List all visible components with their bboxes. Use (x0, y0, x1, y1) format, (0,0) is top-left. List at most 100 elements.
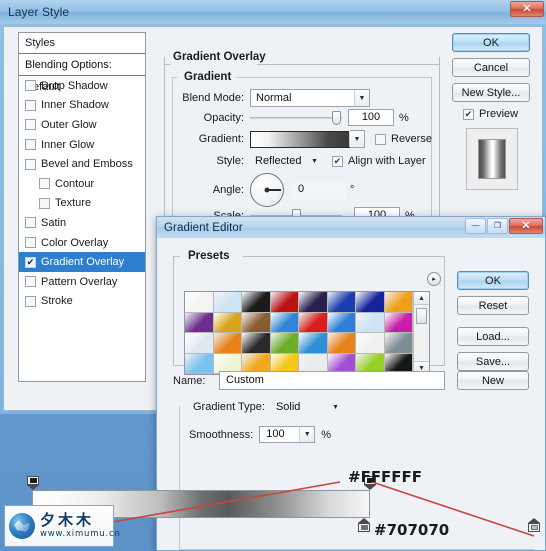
gradient-editor-reset-button[interactable]: Reset (457, 296, 529, 315)
gradient-preview-swatch[interactable] (250, 130, 350, 148)
style-item-inner-glow[interactable]: Inner Glow (19, 135, 145, 155)
preset-swatch[interactable] (185, 353, 214, 374)
layer-style-titlebar[interactable]: Layer Style ✕ (0, 0, 546, 24)
preset-swatch[interactable] (384, 333, 413, 354)
style-item-checkbox[interactable] (25, 80, 36, 92)
preset-swatch[interactable] (270, 292, 299, 313)
name-input[interactable]: Custom (219, 371, 445, 390)
style-item-gradient-overlay[interactable]: ✔ Gradient Overlay (19, 252, 145, 272)
preset-swatch[interactable] (356, 292, 385, 313)
style-item-checkbox[interactable] (25, 217, 36, 229)
preset-swatch[interactable] (327, 312, 356, 333)
preset-swatch[interactable] (356, 333, 385, 354)
gradient-editor-save-button[interactable]: Save... (457, 352, 529, 371)
style-item-checkbox[interactable] (39, 178, 50, 190)
style-item-label: Contour (55, 177, 95, 190)
close-icon[interactable]: ✕ (510, 1, 544, 17)
blending-options-item[interactable]: Blending Options: Default (19, 54, 145, 93)
layer-style-window-controls: ✕ (510, 1, 544, 17)
preset-swatch[interactable] (213, 312, 242, 333)
preset-swatch[interactable] (270, 312, 299, 333)
preset-swatch[interactable] (299, 333, 328, 354)
style-item-satin[interactable]: Satin (19, 213, 145, 233)
preset-swatch[interactable] (356, 312, 385, 333)
style-item-contour[interactable]: Contour (19, 174, 145, 194)
white-hex-annotation: #FFFFFF (348, 468, 423, 486)
angle-value-field[interactable]: 0 (292, 181, 346, 199)
opacity-value-field[interactable]: 100 (348, 109, 394, 126)
color-stop-right[interactable] (528, 518, 540, 532)
gradient-editor-titlebar[interactable]: Gradient Editor — ❐ ✕ (157, 217, 545, 238)
style-item-checkbox[interactable] (25, 295, 36, 307)
style-item-checkbox[interactable] (25, 99, 36, 111)
smoothness-stepper[interactable]: ▼ (299, 426, 316, 443)
style-item-checkbox[interactable] (25, 158, 36, 170)
angle-row: Angle: 0 ° (172, 173, 432, 207)
preset-swatch[interactable] (384, 292, 413, 313)
preset-swatch[interactable] (242, 292, 271, 313)
preset-swatch[interactable] (185, 292, 214, 313)
opacity-stop-left[interactable] (27, 476, 39, 490)
preview-checkbox[interactable]: ✔ (463, 108, 474, 120)
blend-mode-select[interactable]: Normal ▼ (250, 89, 370, 107)
style-item-stroke[interactable]: Stroke (19, 292, 145, 312)
chevron-down-icon[interactable]: ▼ (349, 131, 364, 147)
align-with-layer-checkbox[interactable]: ✔ (332, 155, 343, 167)
style-item-outer-glow[interactable]: Outer Glow (19, 115, 145, 135)
preset-swatch[interactable] (299, 292, 328, 313)
style-item-checkbox[interactable] (39, 197, 50, 209)
cancel-button[interactable]: Cancel (452, 58, 530, 77)
presets-scrollbar-thumb[interactable] (416, 308, 427, 324)
preset-swatch[interactable] (327, 292, 356, 313)
chevron-down-icon[interactable]: ▼ (299, 427, 315, 442)
gradient-editor-load-button[interactable]: Load... (457, 327, 529, 346)
preset-swatch[interactable] (299, 312, 328, 333)
color-stop-center-chip (360, 525, 368, 530)
new-style-button[interactable]: New Style... (452, 83, 530, 102)
angle-unit: ° (350, 184, 355, 196)
presets-scrollbar[interactable]: ▲ ▼ (413, 292, 429, 374)
gradient-type-select[interactable]: Solid ▼ (271, 398, 343, 416)
style-item-checkbox[interactable]: ✔ (25, 256, 36, 268)
style-item-color-overlay[interactable]: Color Overlay (19, 233, 145, 253)
maximize-icon[interactable]: ❐ (487, 218, 508, 234)
preset-swatch[interactable] (327, 333, 356, 354)
scroll-up-icon[interactable]: ▲ (414, 292, 429, 305)
preset-swatch[interactable] (213, 292, 242, 313)
smoothness-value-field[interactable]: 100 (259, 426, 302, 443)
reverse-checkbox[interactable] (375, 133, 386, 145)
style-select[interactable]: Reflected ▼ (250, 152, 322, 170)
style-item-inner-shadow[interactable]: Inner Shadow (19, 96, 145, 116)
preset-swatch[interactable] (242, 333, 271, 354)
style-item-pattern-overlay[interactable]: Pattern Overlay (19, 272, 145, 292)
preset-swatch[interactable] (213, 333, 242, 354)
chevron-down-icon[interactable]: ▼ (328, 398, 343, 416)
opacity-slider[interactable] (250, 110, 342, 125)
gradient-editor-ok-button[interactable]: OK (457, 271, 529, 290)
gradient-picker-dropdown[interactable]: ▼ (349, 130, 365, 148)
opacity-slider-thumb[interactable] (332, 110, 341, 125)
preset-swatch[interactable] (185, 312, 214, 333)
preview-row: ✔ Preview (463, 108, 518, 120)
style-item-checkbox[interactable] (25, 276, 36, 288)
preset-swatch[interactable] (242, 312, 271, 333)
preset-swatch[interactable] (384, 312, 413, 333)
style-item-checkbox[interactable] (25, 139, 36, 151)
minimize-icon[interactable]: — (465, 218, 486, 234)
angle-label: Angle: (212, 184, 244, 196)
angle-dial-hub (264, 187, 270, 193)
chevron-down-icon[interactable]: ▼ (354, 90, 369, 106)
style-item-checkbox[interactable] (25, 237, 36, 249)
new-preset-button[interactable]: New (457, 371, 529, 390)
chevron-down-icon[interactable]: ▼ (307, 152, 322, 170)
close-icon[interactable]: ✕ (509, 218, 543, 234)
presets-menu-icon[interactable]: ▸ (427, 272, 441, 286)
color-stop-center[interactable] (358, 518, 370, 532)
preset-swatch[interactable] (270, 333, 299, 354)
style-item-checkbox[interactable] (25, 119, 36, 131)
preset-swatch[interactable] (185, 333, 214, 354)
angle-dial[interactable] (250, 173, 284, 207)
style-item-texture[interactable]: Texture (19, 194, 145, 214)
style-item-bevel-and-emboss[interactable]: Bevel and Emboss (19, 154, 145, 174)
ok-button[interactable]: OK (452, 33, 530, 52)
